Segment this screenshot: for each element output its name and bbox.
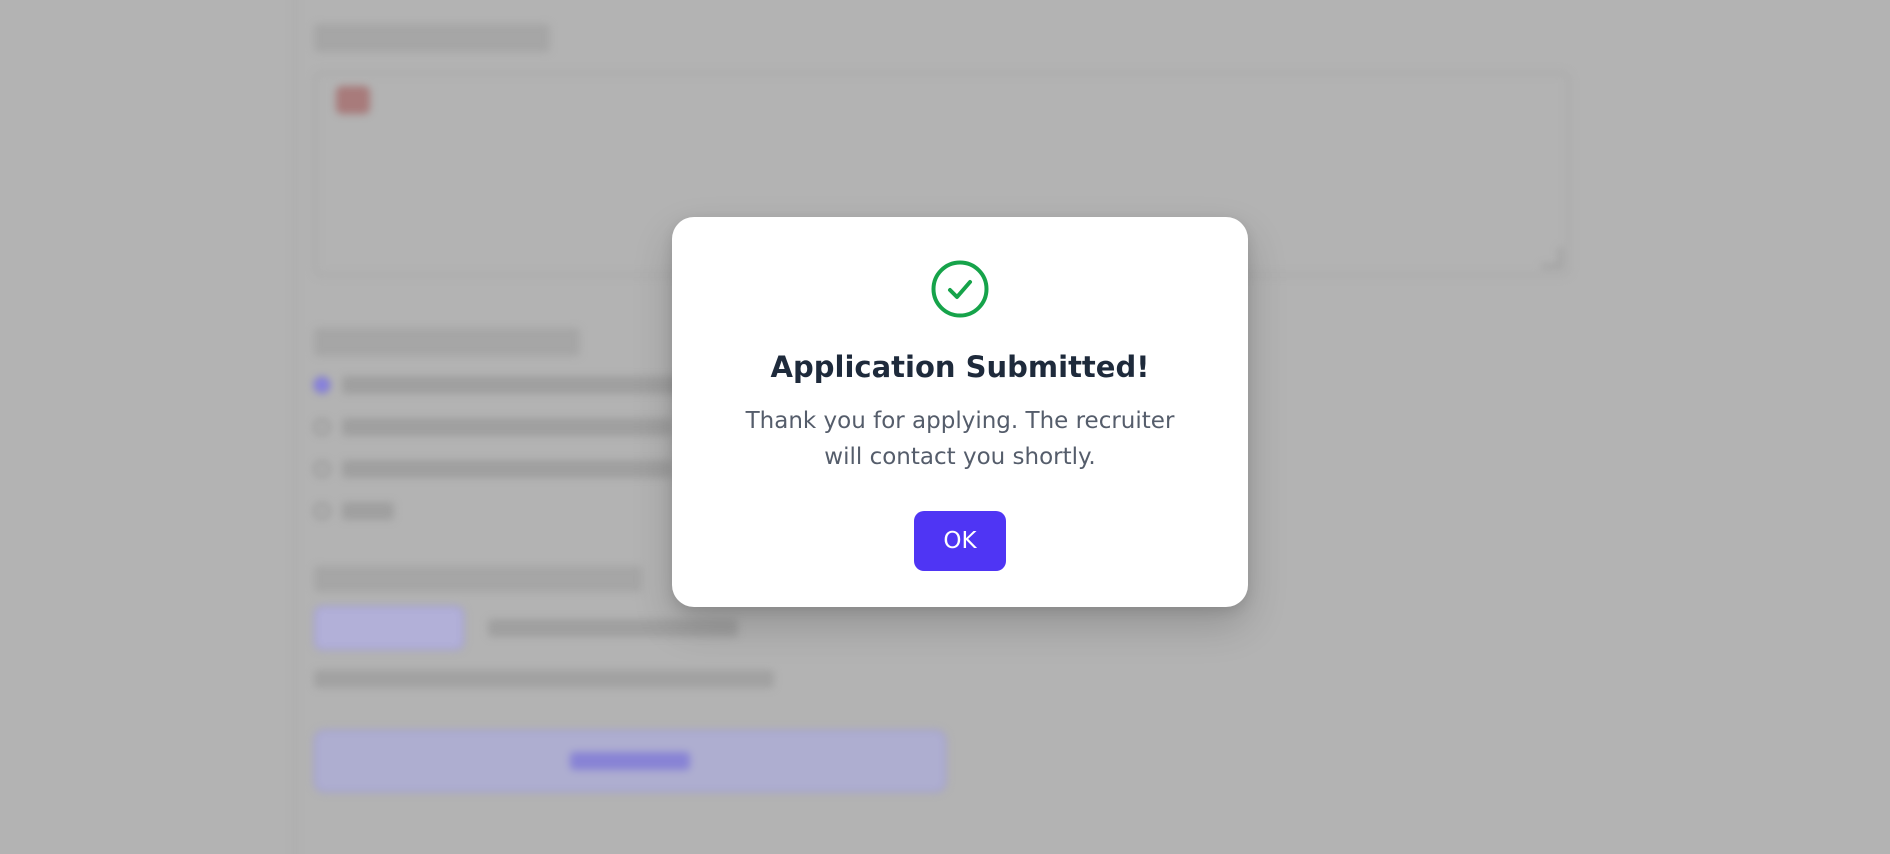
modal-message: Thank you for applying. The recruiter wi… <box>745 408 1175 470</box>
option-label-bar <box>342 460 672 478</box>
textarea-mark <box>336 86 370 114</box>
radio-button[interactable] <box>314 377 330 393</box>
resize-handle[interactable] <box>1541 247 1562 268</box>
form-section-heading <box>314 24 550 52</box>
check-circle-icon <box>931 260 989 318</box>
form-section-heading <box>314 328 580 356</box>
availability-option[interactable] <box>314 418 672 436</box>
ok-button[interactable]: OK <box>914 511 1006 571</box>
file-name-bar <box>488 619 738 637</box>
form-section-heading <box>314 566 642 592</box>
submit-application-button[interactable] <box>314 730 946 792</box>
option-label-bar <box>342 376 682 394</box>
option-label-bar <box>342 418 672 436</box>
file-upload-row <box>314 606 738 650</box>
option-label-bar <box>342 502 394 520</box>
submit-label-bar <box>570 752 690 770</box>
modal-title: Application Submitted! <box>770 350 1150 384</box>
success-modal: Application Submitted! Thank you for app… <box>672 217 1248 607</box>
radio-button[interactable] <box>314 503 330 519</box>
radio-button[interactable] <box>314 461 330 477</box>
availability-option[interactable] <box>314 502 394 520</box>
choose-file-button[interactable] <box>314 606 464 650</box>
availability-option[interactable] <box>314 376 682 394</box>
current-file-bar <box>314 670 774 688</box>
availability-option[interactable] <box>314 460 672 478</box>
radio-button[interactable] <box>314 419 330 435</box>
